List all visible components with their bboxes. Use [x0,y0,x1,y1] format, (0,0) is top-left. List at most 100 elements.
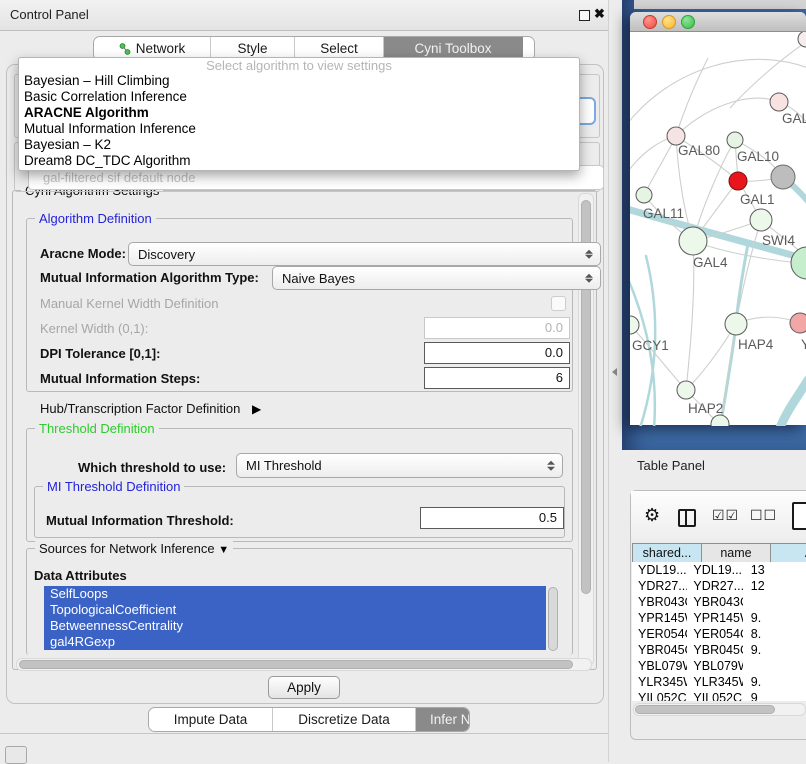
close-icon[interactable]: ✖ [594,6,605,22]
network-canvas[interactable]: GAL80GAL10GAL1GAL11SWI4GAL4GCY1HAP4YHAP2… [630,32,806,426]
minimize-button[interactable] [662,15,676,29]
table-cell: 9 [743,690,806,701]
table-hscroll[interactable] [633,703,806,716]
unchecked-columns-icon[interactable]: ☐☐ [750,507,777,524]
table-cell: YBR045C [687,642,742,658]
table-body[interactable]: YDL19...YDL19...13YDR27...YDR27...12YBR0… [632,562,806,701]
table-row[interactable]: YLR345WYLR345W9. [632,674,806,690]
tab-discretize-data[interactable]: Discretize Data [273,708,416,731]
table-row[interactable]: YBR043CYBR043C [632,594,806,610]
network-window-titlebar[interactable] [630,12,806,32]
table-column-header[interactable]: A [771,544,806,562]
mi-threshold-label: Mutual Information Threshold: [46,513,234,528]
dpi-tolerance-field[interactable]: 0.0 [424,342,570,364]
network-node[interactable] [727,132,743,148]
algorithm-list-item[interactable]: Dream8 DC_TDC Algorithm [19,153,579,169]
data-attribute-item[interactable]: TopologicalCoefficient [44,602,546,618]
table-row[interactable]: YDL19...YDL19...13 [632,562,806,578]
table-cell: YIL052C [687,690,742,701]
table-cell [743,658,806,674]
table-column-header[interactable]: shared... [633,544,702,562]
network-node[interactable] [790,313,806,333]
splitter-handle-icon[interactable] [612,368,617,376]
hub-definition-toggle[interactable]: Hub/Transcription Factor Definition ▶ [40,401,261,416]
split-view-icon[interactable] [678,509,696,527]
table-cell: YDL19... [632,562,687,578]
settings-hscroll-thumb[interactable] [19,660,573,669]
table-hscroll-thumb[interactable] [635,705,775,714]
table-header-row: shared...nameA [632,543,806,563]
apply-button[interactable]: Apply [268,676,340,699]
data-attribute-item[interactable]: gal4RGexp [44,634,546,650]
float-window-icon[interactable] [579,10,590,21]
node-label: GAL1 [740,192,775,207]
page-icon[interactable] [792,502,806,530]
table-cell: YLR345W [632,674,687,690]
algorithm-list: Bayesian – Hill ClimbingBasic Correlatio… [19,73,579,169]
table-cell: 13 [743,562,806,578]
table-row[interactable]: YPR145WYPR145W9. [632,610,806,626]
mi-steps-label: Mutual Information Steps: [40,371,200,386]
network-node[interactable] [750,209,772,231]
table-column-header[interactable]: name [702,544,771,562]
node-label: GCY1 [632,338,669,353]
algorithm-list-item[interactable]: Bayesian – Hill Climbing [19,73,579,89]
checked-columns-icon[interactable]: ☑☑ [712,507,739,524]
table-cell: 9. [743,674,806,690]
tab-infer-network[interactable]: Infer Network [416,708,470,731]
table-row[interactable]: YIL052CYIL052C9 [632,690,806,701]
gear-icon[interactable]: ⚙ [644,505,660,526]
algorithm-list-item[interactable]: Mutual Information Inference [19,121,579,137]
sources-title[interactable]: Sources for Network Inference ▼ [35,541,233,556]
data-attribute-item[interactable]: BetweennessCentrality [44,618,546,634]
network-node[interactable] [771,165,795,189]
manual-kernel-checkbox[interactable] [551,296,566,311]
mi-steps-field[interactable]: 6 [424,367,570,389]
table-cell: 9. [743,610,806,626]
collapse-arrow-icon: ▶ [252,402,261,416]
node-label: SWI4 [762,233,795,248]
data-attribute-item[interactable]: SelfLoops [44,586,546,602]
network-node[interactable] [711,415,729,426]
network-node[interactable] [630,316,639,334]
kernel-width-field[interactable]: 0.0 [424,317,570,339]
aracne-mode-combo[interactable]: Discovery [128,242,601,266]
background-window-strip [634,0,806,9]
tab-impute-data[interactable]: Impute Data [149,708,273,731]
network-node[interactable] [636,187,652,203]
mi-type-combo[interactable]: Naive Bayes [272,266,601,290]
network-node[interactable] [679,227,707,255]
data-attributes-list[interactable]: SelfLoopsTopologicalCoefficientBetweenne… [44,586,546,652]
close-button[interactable] [643,15,657,29]
algorithm-list-item[interactable]: Bayesian – K2 [19,137,579,153]
which-threshold-combo[interactable]: MI Threshold [236,453,563,478]
control-panel-title: Control Panel [10,7,89,22]
network-node[interactable] [798,32,806,47]
network-node[interactable] [770,93,788,111]
popup-placeholder: Select algorithm to view settings [19,58,579,73]
network-node[interactable] [729,172,747,190]
zoom-button[interactable] [681,15,695,29]
network-node-labels: GAL80GAL10GAL1GAL11SWI4GAL4GCY1HAP4YHAP2… [632,111,806,416]
table-row[interactable]: YBL079WYBL079W [632,658,806,674]
network-node[interactable] [725,313,747,335]
algorithm-definition-title: Algorithm Definition [35,211,156,226]
attributes-vscroll-thumb[interactable] [548,587,558,651]
mi-type-label: Mutual Information Algorithm Type: [40,270,259,285]
panel-collapse-icon[interactable] [5,746,27,764]
table-cell: YDR27... [687,578,742,594]
table-row[interactable]: YDR27...YDR27...12 [632,578,806,594]
settings-hscroll[interactable] [16,658,592,671]
table-row[interactable]: YBR045CYBR045C9. [632,642,806,658]
node-label: HAP2 [688,401,723,416]
aracne-mode-label: Aracne Mode: [40,246,126,261]
table-cell: YLR345W [687,674,742,690]
network-nodes[interactable] [630,32,806,426]
network-view-window[interactable]: GAL80GAL10GAL1GAL11SWI4GAL4GCY1HAP4YHAP2… [630,12,806,425]
algorithm-list-item[interactable]: ARACNE Algorithm [19,105,579,121]
network-node[interactable] [677,381,695,399]
table-cell [743,594,806,610]
table-row[interactable]: YER054CYER054C8. [632,626,806,642]
algorithm-list-item[interactable]: Basic Correlation Inference [19,89,579,105]
mi-threshold-field[interactable]: 0.5 [420,507,564,529]
